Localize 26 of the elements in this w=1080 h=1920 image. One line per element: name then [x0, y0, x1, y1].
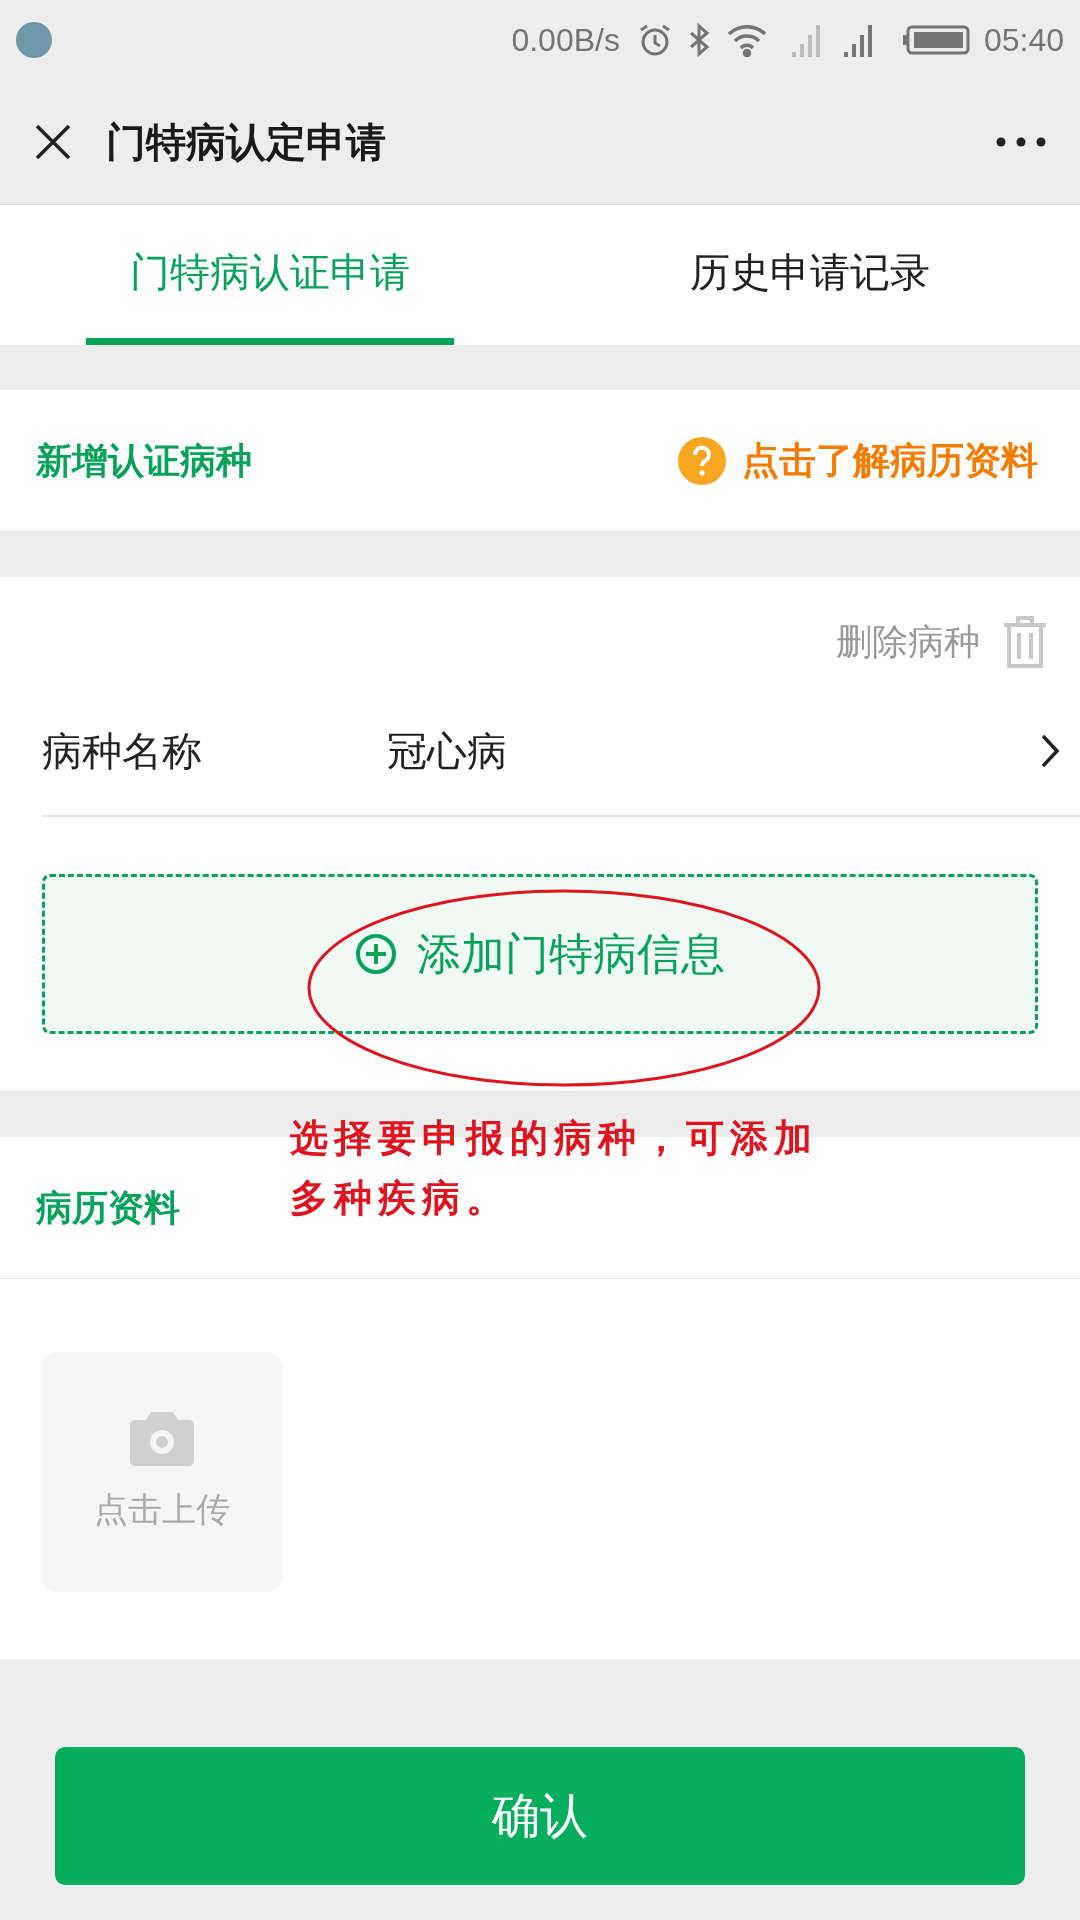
signal-icon — [843, 23, 872, 57]
close-icon[interactable] — [34, 123, 72, 161]
field-label: 病种名称 — [42, 728, 203, 775]
field-value[interactable]: 冠心病 — [387, 721, 1040, 781]
notification-icon — [16, 22, 52, 58]
section-title: 新增认证病种 — [36, 438, 252, 483]
tab[interactable]: 门特病认证申请 — [86, 205, 454, 345]
section-title: 病历资料 — [36, 1185, 180, 1230]
wifi-icon — [725, 23, 768, 57]
chevron-right-icon[interactable] — [1040, 733, 1060, 769]
annotation-text: 选择要申报的病种，可添加多种疾病。 — [290, 1116, 819, 1221]
bluetooth-icon — [687, 23, 710, 57]
clock-time: 05:40 — [983, 21, 1064, 60]
delete-disease-button[interactable]: 删除病种 — [836, 615, 980, 669]
more-icon[interactable] — [996, 137, 1046, 147]
signal-icon — [791, 23, 820, 57]
add-disease-button[interactable]: 添加门特病信息 — [42, 874, 1038, 1034]
network-speed: 0.00B/s — [511, 21, 620, 60]
camera-icon — [129, 1409, 195, 1466]
page-title: 门特病认定申请 — [106, 119, 386, 166]
confirm-button[interactable]: 确认 — [55, 1747, 1025, 1885]
help-link[interactable]: 点击了解病历资料 — [742, 432, 1038, 489]
tab[interactable]: 历史申请记录 — [646, 205, 974, 345]
plus-circle-icon — [355, 933, 397, 975]
upload-tile[interactable]: 点击上传 — [42, 1352, 282, 1592]
battery-icon — [901, 25, 970, 55]
